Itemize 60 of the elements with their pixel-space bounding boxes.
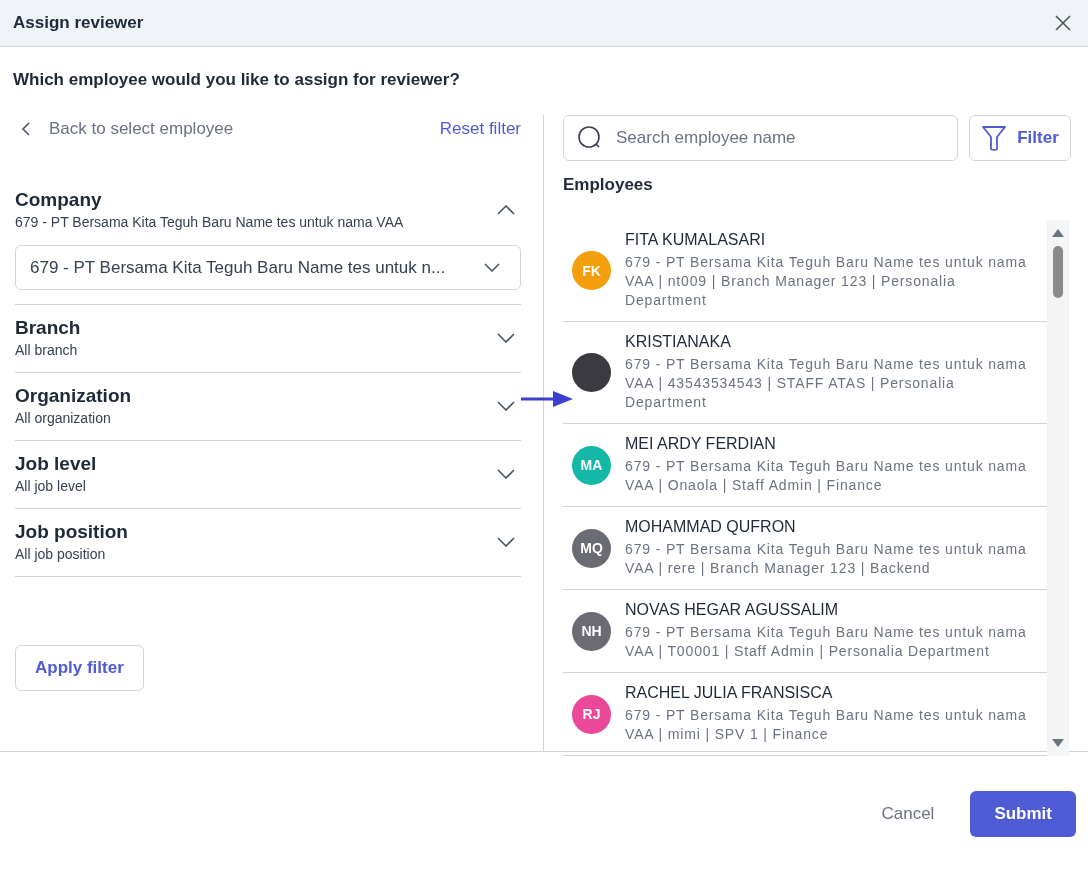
apply-filter-button[interactable]: Apply filter <box>15 645 144 691</box>
employee-details: 679 - PT Bersama Kita Teguh Baru Name tes untuk nama VAA | nt009 | Branch Manager 123 | Personalia Department <box>625 253 1027 310</box>
section-value: All job level <box>15 478 87 494</box>
employee-name: KRISTIANAKA <box>625 333 732 351</box>
section-title: Organization <box>15 385 132 407</box>
chevron-down-icon[interactable] <box>497 468 515 479</box>
initials-avatar: FK <box>572 251 611 290</box>
close-icon[interactable] <box>1054 14 1072 32</box>
employee-name: MOHAMMAD QUFRON <box>625 518 797 536</box>
employee-details: 679 - PT Bersama Kita Teguh Baru Name tes untuk nama VAA | 43543534543 | STAFF ATAS | Personalia Department <box>625 355 1027 412</box>
filter-button[interactable]: Filter <box>969 115 1071 161</box>
employee-item[interactable]: FK FITA KUMALASARI 679 - PT Bersama Kita Teguh Baru Name tes untuk nama VAA | nt009 | Branch Manager 123 | Personalia Department <box>563 220 1047 322</box>
chevron-down-icon[interactable] <box>497 536 515 547</box>
back-link[interactable]: Back to select employee <box>15 119 234 139</box>
section-value: All branch <box>15 342 79 358</box>
section-value: All job position <box>15 546 107 562</box>
cancel-button[interactable]: Cancel <box>881 803 935 824</box>
employee-item[interactable]: NH NOVAS HEGAR AGUSSALIM 679 - PT Bersama Kita Teguh Baru Name tes untuk nama VAA | T00001 | Staff Admin | Personalia Department <box>563 590 1047 673</box>
employee-item[interactable]: RJ RACHEL JULIA FRANSISCA 679 - PT Bersama Kita Teguh Baru Name tes untuk nama VAA | mimi | SPV 1 | Finance <box>563 673 1047 756</box>
scroll-up-icon[interactable] <box>1051 228 1065 238</box>
chevron-up-icon[interactable] <box>497 204 515 215</box>
scroll-down-icon[interactable] <box>1051 738 1065 748</box>
initials-avatar: MA <box>572 445 611 485</box>
employee-details: 679 - PT Bersama Kita Teguh Baru Name tes untuk nama VAA | rere | Branch Manager 123 | Backend <box>625 540 1027 578</box>
company-select[interactable]: 679 - PT Bersama Kita Teguh Baru Name tes untuk n... <box>15 245 521 290</box>
section-value: 679 - PT Bersama Kita Teguh Baru Name tes untuk nama VAA <box>15 214 404 230</box>
search-field[interactable]: Search employee name <box>563 115 958 161</box>
photo-placeholder <box>572 353 611 392</box>
initials-avatar: RJ <box>572 694 611 734</box>
employee-details: 679 - PT Bersama Kita Teguh Baru Name tes untuk nama VAA | mimi | SPV 1 | Finance <box>625 706 1027 744</box>
annotation-arrow <box>521 391 573 407</box>
section-title: Job position <box>15 521 128 543</box>
scrollbar[interactable] <box>1047 220 1069 756</box>
section-value: All organization <box>15 410 112 426</box>
chevron-left-icon <box>21 122 31 136</box>
employees-heading: Employees <box>563 175 654 195</box>
employee-item[interactable]: KRISTIANAKA 679 - PT Bersama Kita Teguh Baru Name tes untuk nama VAA | 43543534543 | STAFF ATAS | Personalia Department <box>563 322 1047 424</box>
employee-name: FITA KUMALASARI <box>625 231 767 249</box>
scrollbar-thumb[interactable] <box>1053 246 1063 298</box>
employee-name: MEI ARDY FERDIAN <box>625 435 777 453</box>
funnel-icon <box>981 124 1008 152</box>
employee-name: RACHEL JULIA FRANSISCA <box>625 684 834 702</box>
submit-button[interactable]: Submit <box>970 790 1076 837</box>
employee-details: 679 - PT Bersama Kita Teguh Baru Name tes untuk nama VAA | T00001 | Staff Admin | Personalia Department <box>625 623 1027 661</box>
section-title: Job level <box>15 453 97 475</box>
chevron-down-icon[interactable] <box>497 400 515 411</box>
employee-name: NOVAS HEGAR AGUSSALIM <box>625 601 840 619</box>
section-title: Company <box>15 189 103 211</box>
dialog-title: Assign reviewer <box>13 13 144 33</box>
initials-avatar: NH <box>572 611 611 651</box>
search-icon <box>577 125 603 151</box>
section-title: Branch <box>15 317 81 339</box>
initials-avatar: MQ <box>572 528 611 568</box>
reset-filter-link[interactable]: Reset filter <box>439 119 521 139</box>
question-text: Which employee would you like to assign for reviewer? <box>12 69 461 91</box>
employee-item[interactable]: MA MEI ARDY FERDIAN 679 - PT Bersama Kita Teguh Baru Name tes untuk nama VAA | Onaola | Staff Admin | Finance <box>563 424 1047 507</box>
employee-item[interactable]: MQ MOHAMMAD QUFRON 679 - PT Bersama Kita Teguh Baru Name tes untuk nama VAA | rere | Branch Manager 123 | Backend <box>563 507 1047 590</box>
employee-details: 679 - PT Bersama Kita Teguh Baru Name tes untuk nama VAA | Onaola | Staff Admin | Finance <box>625 457 1027 495</box>
chevron-down-icon <box>484 263 500 272</box>
chevron-down-icon[interactable] <box>497 332 515 343</box>
